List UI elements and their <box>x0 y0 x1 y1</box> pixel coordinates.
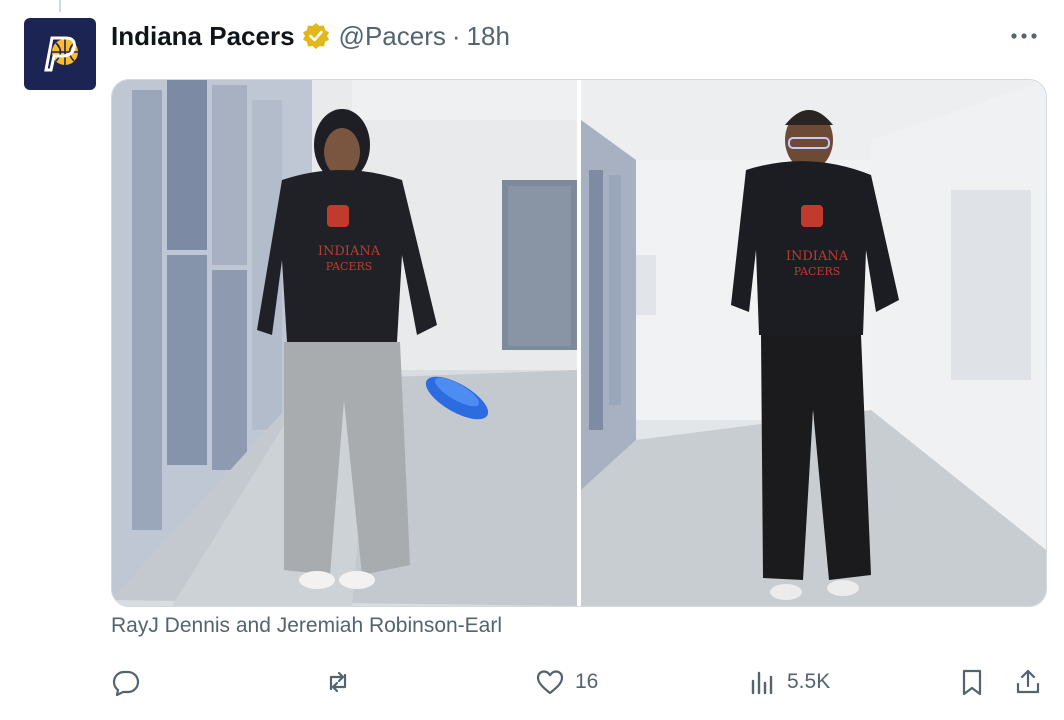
like-count: 16 <box>575 670 599 693</box>
views-button[interactable]: 5.5K <box>747 660 830 704</box>
svg-text:INDIANA: INDIANA <box>318 244 381 259</box>
share-icon <box>1016 669 1040 694</box>
svg-text:PACERS: PACERS <box>794 265 841 278</box>
separator-dot: · <box>451 20 461 51</box>
avatar[interactable] <box>24 18 96 90</box>
views-count: 5.5K <box>787 670 831 693</box>
pacers-logo-icon <box>44 36 78 72</box>
media-caption: RayJ Dennis and Jeremiah Robinson-Earl <box>111 614 503 637</box>
svg-text:PACERS: PACERS <box>326 260 373 273</box>
photo-left[interactable]: INDIANA PACERS <box>112 80 577 606</box>
media-grid: INDIANA PACERS INDIANA PACERS <box>111 79 1047 607</box>
repost-button[interactable] <box>323 660 363 704</box>
thread-connector <box>59 0 61 12</box>
more-icon[interactable] <box>1004 18 1044 54</box>
author-name[interactable]: Indiana Pacers <box>111 21 295 52</box>
svg-text:INDIANA: INDIANA <box>786 249 849 264</box>
bookmark-button[interactable] <box>957 660 987 704</box>
reply-button[interactable] <box>111 660 151 704</box>
bookmark-icon <box>962 669 982 696</box>
verified-badge-icon[interactable] <box>301 21 331 51</box>
like-button[interactable]: 16 <box>535 660 598 704</box>
repost-icon <box>329 671 347 693</box>
post-header: Indiana Pacers @Pacers · 18h <box>111 18 1044 54</box>
author-handle[interactable]: @Pacers <box>339 21 446 52</box>
share-button[interactable] <box>1013 660 1043 704</box>
post-timestamp[interactable]: 18h <box>467 21 510 52</box>
photo-right[interactable]: INDIANA PACERS <box>581 80 1046 606</box>
reply-icon <box>112 670 140 697</box>
action-bar: 16 5.5K <box>111 660 1045 704</box>
views-icon <box>751 671 773 695</box>
heart-icon <box>536 670 564 695</box>
